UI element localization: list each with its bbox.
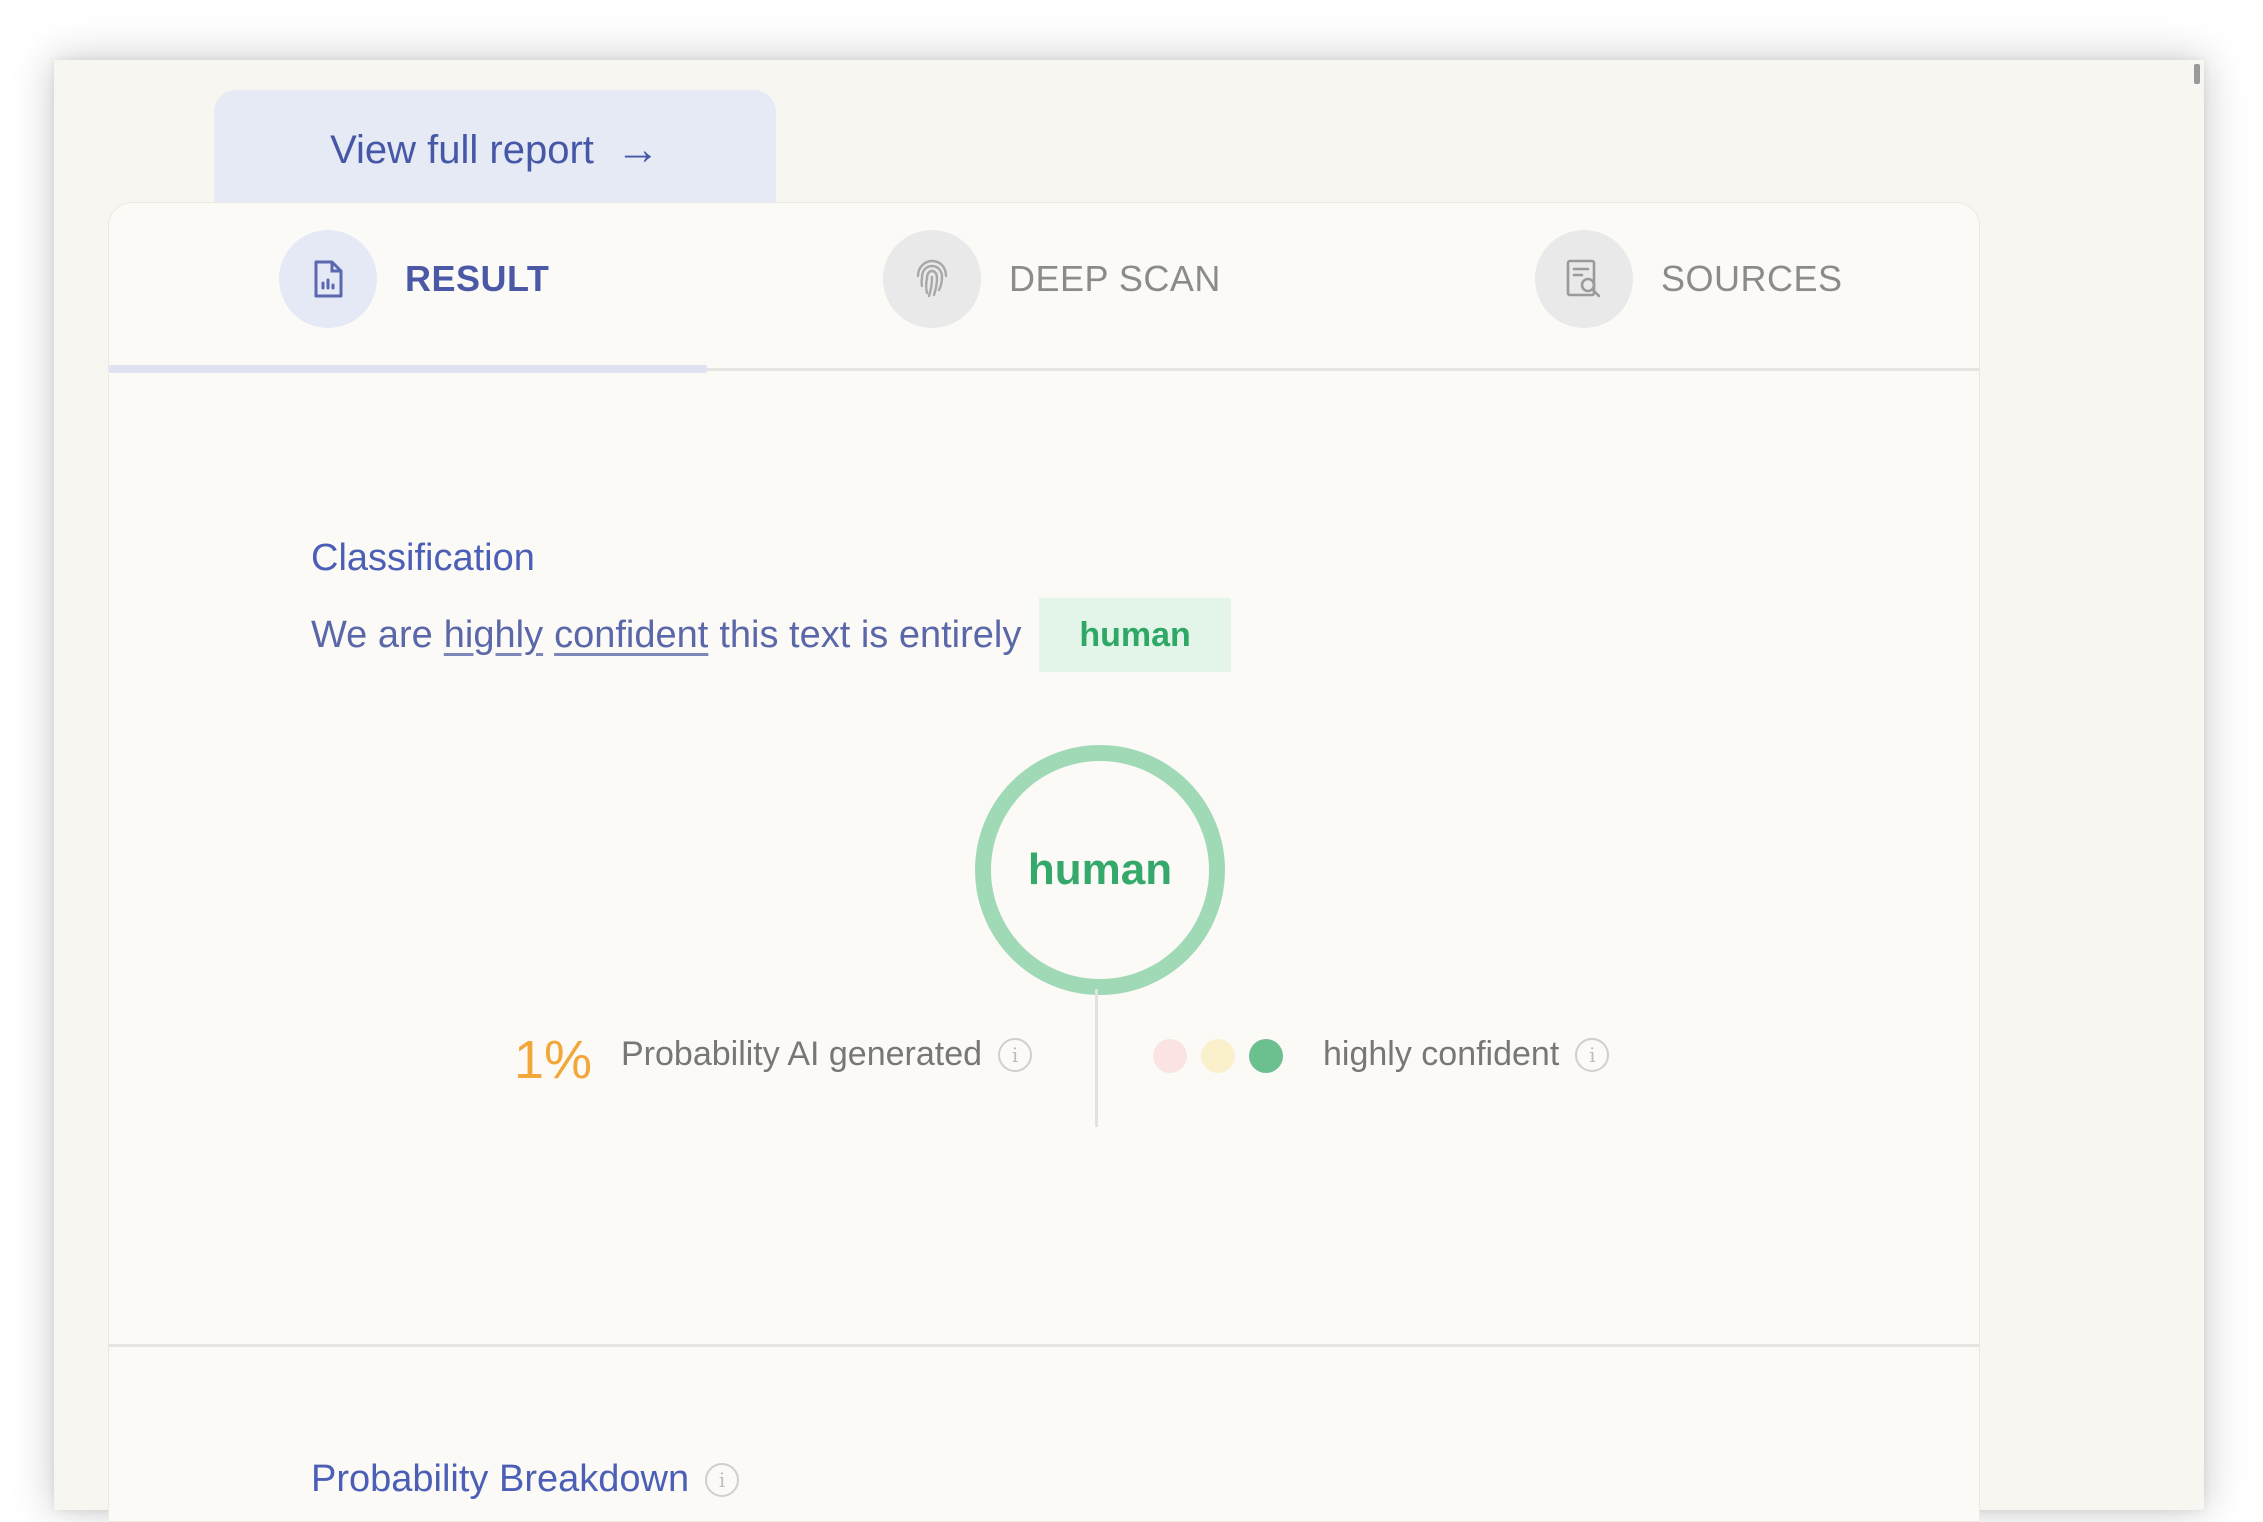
ai-probability-value: 1% xyxy=(514,1030,593,1090)
document-icon xyxy=(279,230,377,328)
sentence-end: this text is entirely xyxy=(719,613,1022,656)
ai-probability-label: Probability AI generated xyxy=(621,1035,983,1073)
confidence-label-group: highly confident i xyxy=(1323,1035,1610,1074)
tab-sources[interactable]: SOURCES xyxy=(1535,229,1843,329)
probability-breakdown-title: Probability Breakdown xyxy=(311,1458,690,1500)
info-icon[interactable]: i xyxy=(705,1462,740,1497)
highly-link[interactable]: highly xyxy=(444,614,543,657)
classification-title: Classification xyxy=(311,537,535,579)
arrow-right-icon: → xyxy=(615,125,660,174)
info-icon[interactable]: i xyxy=(998,1037,1033,1072)
tab-sources-label: SOURCES xyxy=(1661,258,1843,299)
low-confidence-dot xyxy=(1153,1039,1187,1073)
sentence-start: We are xyxy=(311,613,433,656)
result-ring: human xyxy=(975,745,1225,995)
confident-link[interactable]: confident xyxy=(554,614,708,657)
tab-result[interactable]: RESULT xyxy=(279,229,549,329)
classification-badge: human xyxy=(1039,598,1231,672)
active-tab-indicator xyxy=(109,365,707,373)
stats-row: 1% Probability AI generated i highly con… xyxy=(109,989,1979,1129)
app-window: View full report → RESULT DEEP SCAN SOUR… xyxy=(54,60,2204,1522)
result-card: RESULT DEEP SCAN SOURCES Classification … xyxy=(108,202,1980,1522)
ai-probability-label-group: Probability AI generated i xyxy=(621,1035,1033,1074)
scrollbar[interactable] xyxy=(2194,64,2200,84)
divider xyxy=(1095,989,1098,1127)
medium-confidence-dot xyxy=(1201,1039,1235,1073)
tab-result-label: RESULT xyxy=(405,258,550,299)
info-icon[interactable]: i xyxy=(1575,1037,1610,1072)
fingerprint-icon xyxy=(883,230,981,328)
result-ring-label: human xyxy=(1027,845,1173,894)
confidence-label: highly confident xyxy=(1323,1035,1560,1073)
high-confidence-dot xyxy=(1249,1039,1283,1073)
section-divider xyxy=(109,1344,1979,1347)
tab-deep-scan-label: DEEP SCAN xyxy=(1009,258,1221,299)
probability-breakdown-header: Probability Breakdown i xyxy=(311,1458,740,1501)
view-full-report-label: View full report xyxy=(330,127,594,172)
classification-sentence: We are highly confident this text is ent… xyxy=(311,598,1231,672)
view-full-report-button[interactable]: View full report → xyxy=(214,90,776,210)
tab-bar: RESULT DEEP SCAN SOURCES xyxy=(109,203,1979,373)
search-document-icon xyxy=(1535,230,1633,328)
tab-deep-scan[interactable]: DEEP SCAN xyxy=(883,229,1221,329)
